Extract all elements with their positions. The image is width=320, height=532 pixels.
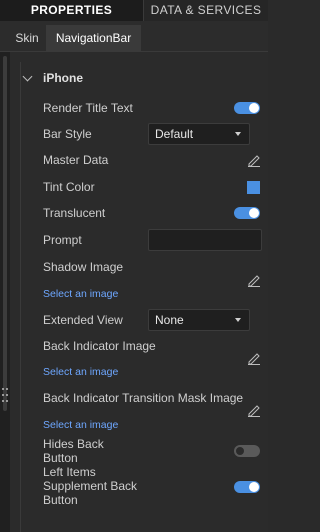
tint-color-swatch[interactable]	[247, 181, 260, 194]
edit-pencil-icon[interactable]	[247, 351, 261, 365]
properties-panel: iPhone Render Title Text Bar Style Defau…	[10, 52, 268, 532]
render-title-text-toggle[interactable]	[234, 102, 260, 114]
shadow-image-select-link[interactable]: Select an image	[43, 288, 118, 300]
left-items-supplement-back-button-label-line: Supplement Back	[43, 479, 138, 493]
extended-view-value: None	[155, 313, 184, 327]
extended-view-label: Extended View	[43, 313, 123, 327]
edit-pencil-icon[interactable]	[247, 403, 261, 417]
group-guide-line	[20, 62, 21, 532]
back-indicator-image-label: Back Indicator Image	[43, 339, 156, 353]
toggle-knob	[249, 103, 259, 113]
chevron-down-icon[interactable]	[22, 71, 33, 82]
subtab-skin[interactable]: Skin	[8, 25, 46, 51]
left-items-supplement-back-button-label-line: Button	[43, 493, 78, 507]
hides-back-button-label: Hides Back Button	[43, 437, 104, 465]
edit-pencil-icon[interactable]	[247, 153, 261, 167]
toggle-knob	[235, 446, 245, 456]
left-items-supplement-back-button-toggle[interactable]	[234, 481, 260, 493]
hides-back-button-label-line: Button	[43, 451, 78, 465]
bar-style-select[interactable]: Default	[148, 123, 250, 145]
render-title-text-label: Render Title Text	[43, 101, 133, 115]
drag-handle-icon[interactable]	[2, 388, 8, 404]
edit-pencil-icon[interactable]	[247, 273, 261, 287]
caret-down-icon	[235, 132, 241, 136]
left-items-supplement-back-button-label: Left Items Supplement Back Button	[43, 465, 137, 507]
hides-back-button-label-line: Hides Back	[43, 437, 104, 451]
caret-down-icon	[235, 318, 241, 322]
sub-tabs: Skin NavigationBar	[0, 21, 268, 52]
hides-back-button-toggle[interactable]	[234, 445, 260, 457]
toggle-knob	[249, 482, 259, 492]
tab-data-services[interactable]: DATA & SERVICES	[144, 0, 268, 21]
toggle-knob	[249, 208, 259, 218]
bar-style-label: Bar Style	[43, 127, 92, 141]
tab-properties[interactable]: PROPERTIES	[0, 0, 143, 21]
left-rail	[0, 52, 10, 532]
left-items-supplement-back-button-label-line: Left Items	[43, 465, 96, 479]
scrollbar[interactable]	[3, 56, 7, 411]
master-data-label: Master Data	[43, 153, 109, 167]
back-indicator-transition-mask-image-select-link[interactable]: Select an image	[43, 419, 118, 431]
shadow-image-label: Shadow Image	[43, 260, 124, 274]
prompt-input[interactable]	[148, 229, 262, 251]
prompt-label: Prompt	[43, 233, 82, 247]
top-tabs: PROPERTIES DATA & SERVICES	[0, 0, 268, 21]
tint-color-label: Tint Color	[43, 180, 95, 194]
back-indicator-transition-mask-image-label: Back Indicator Transition Mask Image	[43, 391, 244, 405]
subtab-navigation-bar[interactable]: NavigationBar	[46, 25, 141, 51]
bar-style-value: Default	[155, 127, 194, 141]
translucent-toggle[interactable]	[234, 207, 260, 219]
translucent-label: Translucent	[43, 206, 106, 220]
extended-view-select[interactable]: None	[148, 309, 250, 331]
back-indicator-image-select-link[interactable]: Select an image	[43, 366, 118, 378]
section-title: iPhone	[43, 71, 84, 85]
